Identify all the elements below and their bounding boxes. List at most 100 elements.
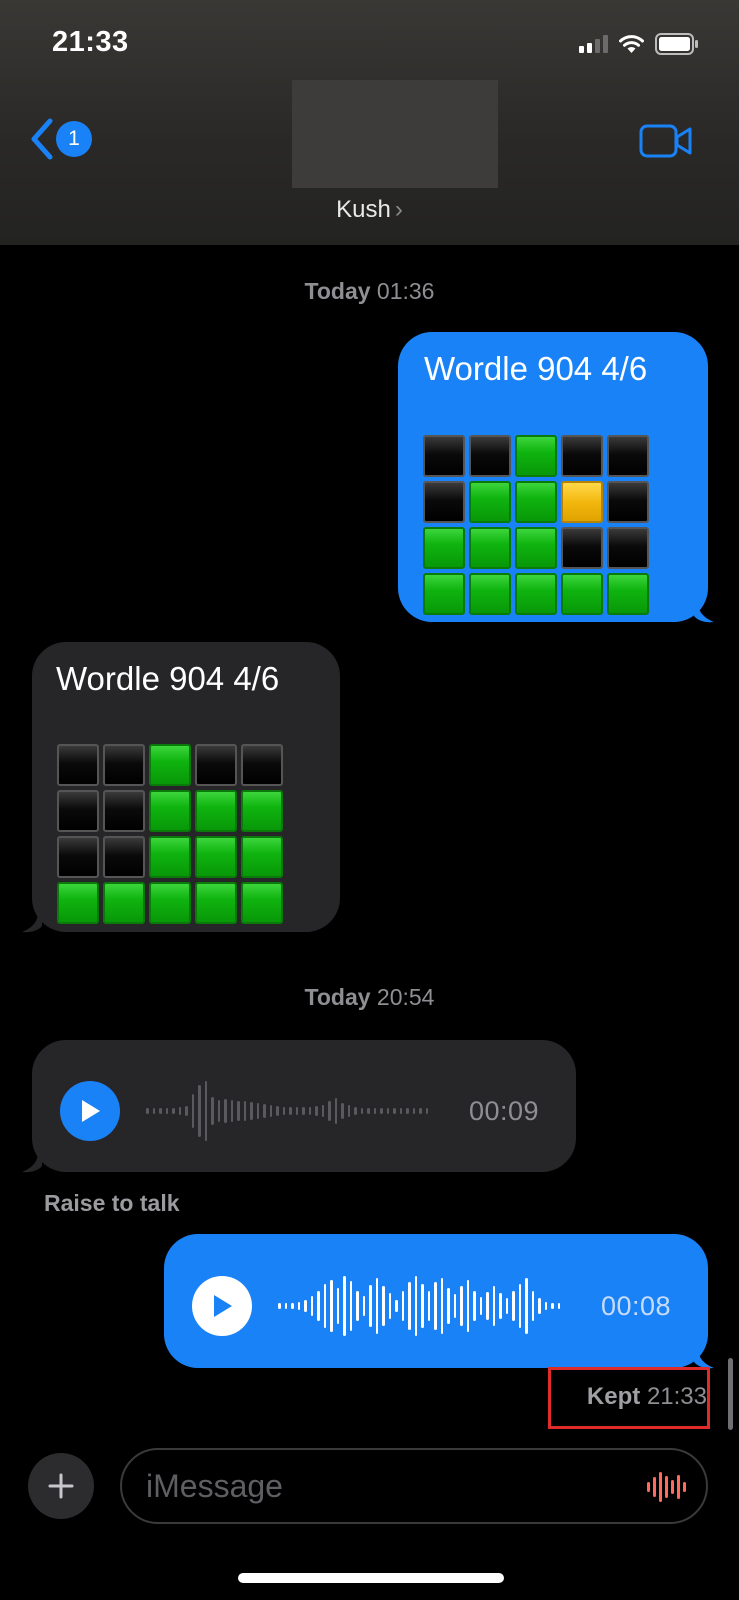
waveform-bar <box>447 1288 450 1324</box>
green-square <box>469 481 511 523</box>
waveform-bar <box>297 1302 300 1310</box>
waveform-bar <box>343 1276 346 1336</box>
contact-name: Kush <box>336 196 391 223</box>
waveform-bar <box>525 1278 528 1334</box>
black-square <box>607 481 649 523</box>
waveform-bar <box>466 1280 469 1332</box>
timestamp: Today 01:36 <box>304 278 435 304</box>
waveform-bar <box>388 1293 391 1319</box>
play-icon <box>214 1295 232 1317</box>
waveform-bar <box>473 1291 476 1321</box>
received-message-bubble[interactable]: Wordle 904 4/6 <box>32 642 340 932</box>
waveform-bar <box>237 1101 240 1121</box>
waveform-bar <box>492 1286 495 1326</box>
black-square <box>103 836 145 878</box>
waveform-bar <box>304 1300 307 1312</box>
waveform-bar <box>393 1108 396 1114</box>
sent-audio-message[interactable]: 00:08 <box>164 1234 708 1368</box>
black-square <box>561 435 603 477</box>
received-audio-message[interactable]: 00:09 <box>32 1040 576 1172</box>
waveform-bar <box>382 1286 385 1326</box>
play-button[interactable] <box>60 1081 120 1141</box>
play-icon <box>82 1100 100 1122</box>
audio-player: 00:09 <box>60 1076 539 1146</box>
waveform-bar <box>354 1107 357 1115</box>
signal-icon <box>579 35 608 53</box>
waveform-bar <box>152 1108 155 1114</box>
waveform-bar <box>276 1106 279 1116</box>
black-square <box>103 790 145 832</box>
waveform-bar <box>172 1108 175 1114</box>
green-square <box>515 573 557 615</box>
play-button[interactable] <box>192 1276 252 1336</box>
green-square <box>149 790 191 832</box>
waveform-bar <box>291 1303 294 1309</box>
back-button[interactable]: 1 <box>30 118 92 160</box>
green-square <box>241 882 283 924</box>
black-square <box>423 481 465 523</box>
waveform-bar <box>380 1108 383 1114</box>
waveform-bar <box>256 1103 259 1119</box>
green-square <box>103 882 145 924</box>
sent-message-bubble[interactable]: Wordle 904 4/6 <box>398 332 708 622</box>
green-square <box>515 481 557 523</box>
waveform-bar <box>224 1099 227 1123</box>
kept-status: Kept 21:33 <box>586 1383 707 1410</box>
waveform-bar <box>328 1101 331 1121</box>
scrollbar[interactable] <box>728 1358 733 1430</box>
waveform-bar <box>321 1105 324 1117</box>
black-square <box>607 527 649 569</box>
green-square <box>515 527 557 569</box>
waveform-bar <box>531 1291 534 1321</box>
message-text: Wordle 904 4/6 <box>424 350 648 387</box>
waveform-bar <box>421 1284 424 1328</box>
green-square <box>57 882 99 924</box>
green-square <box>241 836 283 878</box>
waveform-bar <box>512 1291 515 1321</box>
waveform-bar <box>341 1103 344 1119</box>
waveform-bar <box>427 1291 430 1321</box>
green-square <box>195 836 237 878</box>
avatar[interactable] <box>292 80 498 188</box>
black-square <box>241 744 283 786</box>
waveform-bar <box>250 1102 253 1120</box>
waveform-bar <box>349 1281 352 1331</box>
waveform-bar <box>386 1108 389 1114</box>
green-square <box>515 435 557 477</box>
green-square <box>195 790 237 832</box>
waveform-bar <box>198 1085 201 1137</box>
waveform-bar <box>440 1278 443 1334</box>
wifi-icon <box>619 35 644 53</box>
waveform-bar <box>308 1107 311 1115</box>
waveform-bar <box>406 1108 409 1114</box>
dictation-waveform-icon[interactable] <box>647 1472 686 1502</box>
green-square <box>241 790 283 832</box>
facetime-video-button[interactable] <box>639 124 693 163</box>
contact-name-button[interactable]: Kush › <box>0 196 739 224</box>
black-square <box>57 744 99 786</box>
audio-duration: 00:09 <box>469 1095 540 1126</box>
waveform-bar <box>269 1105 272 1117</box>
home-indicator[interactable] <box>238 1573 504 1583</box>
waveform-bar <box>330 1280 333 1332</box>
waveform-bar <box>323 1284 326 1328</box>
waveform-bar <box>278 1303 281 1309</box>
black-square <box>607 435 649 477</box>
apps-plus-button[interactable] <box>28 1453 94 1519</box>
waveform-bar <box>243 1101 246 1121</box>
waveform-bar <box>317 1291 320 1321</box>
waveform-bar <box>425 1108 428 1114</box>
message-input[interactable]: iMessage <box>120 1448 708 1524</box>
black-square <box>57 790 99 832</box>
plus-icon <box>48 1473 74 1499</box>
wordle-grid <box>423 435 649 615</box>
green-square <box>423 527 465 569</box>
waveform-bar <box>295 1107 298 1115</box>
yellow-square <box>561 481 603 523</box>
waveform-bar <box>211 1097 214 1125</box>
timestamp: Today 20:54 <box>304 984 435 1010</box>
bubble-tail <box>22 1152 42 1173</box>
green-square <box>469 527 511 569</box>
green-square <box>561 573 603 615</box>
black-square <box>103 744 145 786</box>
